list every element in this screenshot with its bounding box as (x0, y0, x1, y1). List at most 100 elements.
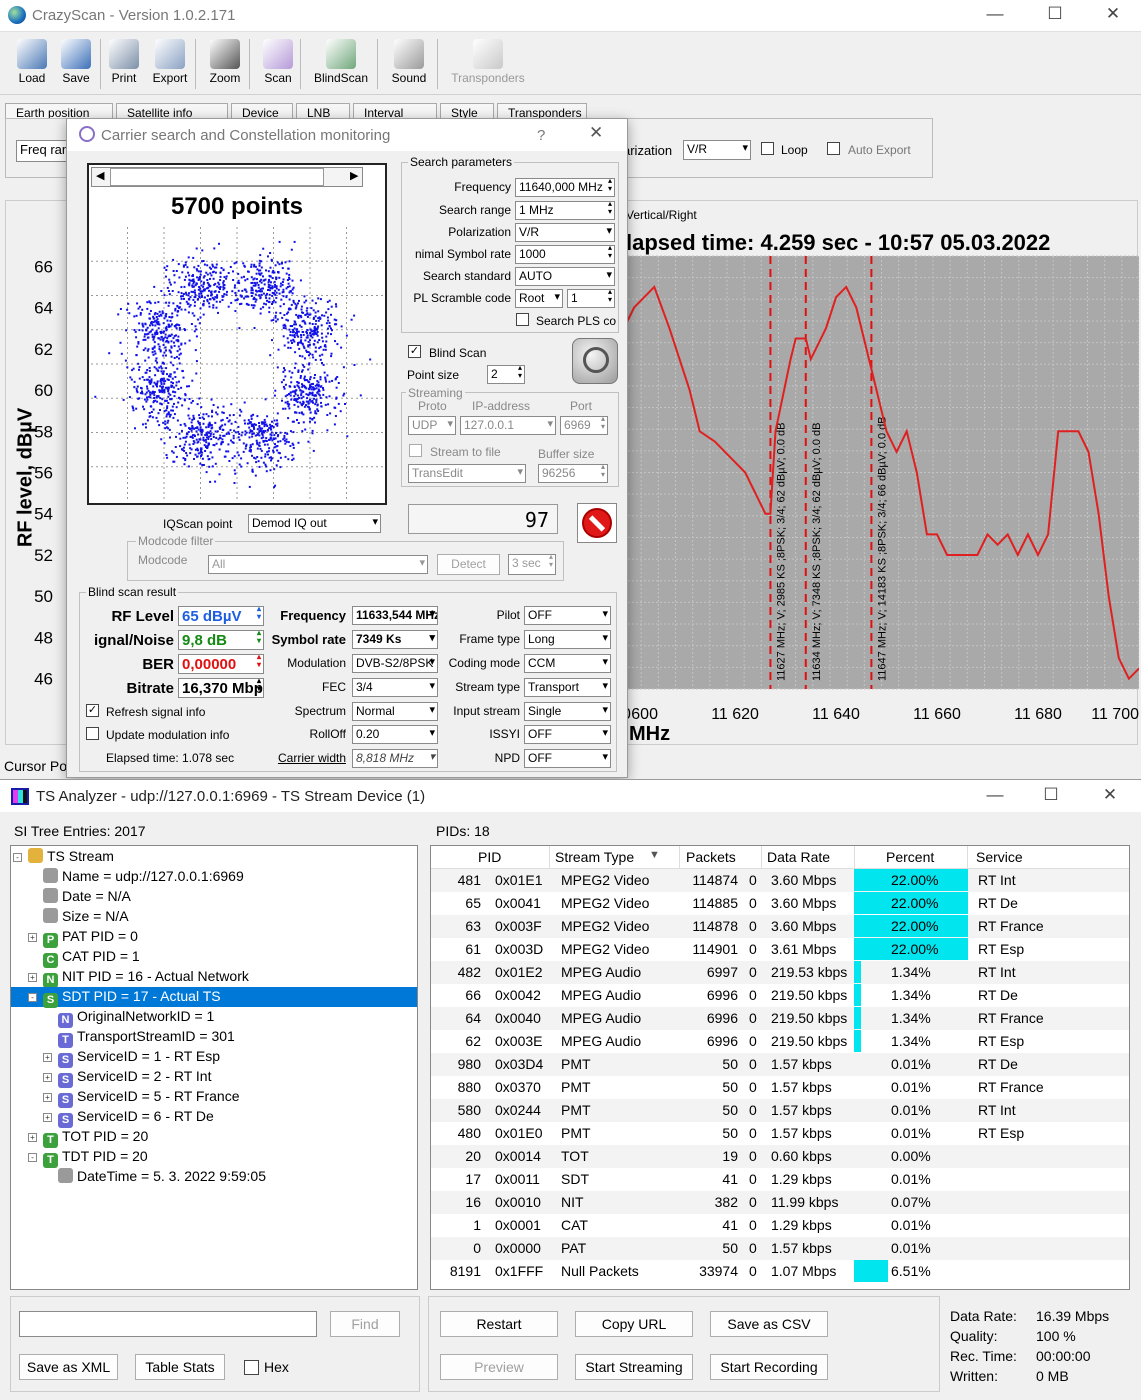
pid-row[interactable]: 480 0x01E0 PMT 50 0 1.57 kbps 0.01% RT Esp (431, 1122, 1129, 1145)
column-header-service[interactable]: Service (976, 849, 1023, 865)
save-as-xml-button[interactable]: Save as XML (19, 1354, 118, 1380)
polarization-select[interactable]: V/R (683, 140, 751, 160)
pid-row[interactable]: 8191 0x1FFF Null Packets 33974 0 1.07 Mbps 6.5… (431, 1260, 1129, 1283)
export-button[interactable]: Export (148, 36, 192, 92)
load-button[interactable]: Load (8, 36, 56, 92)
constellation-scrollbar[interactable]: ◀ ▶ (91, 167, 363, 187)
detect-timeout-input[interactable]: 3 sec (508, 554, 556, 575)
maximize-icon[interactable]: ☐ (1040, 4, 1070, 26)
restart-button[interactable]: Restart (440, 1311, 558, 1337)
mod-value[interactable]: DVB-S2/8PSK (352, 654, 438, 673)
point-size-input[interactable]: 2 (487, 365, 525, 384)
tree-node[interactable]: + P PAT PID = 0 (11, 927, 417, 948)
npd-select[interactable]: OFF (524, 749, 611, 768)
pid-row[interactable]: 980 0x03D4 PMT 50 0 1.57 kbps 0.01% RT De (431, 1053, 1129, 1076)
column-header-stream-type[interactable]: Stream Type (555, 849, 634, 865)
spectrum-value[interactable]: Normal (352, 702, 438, 721)
tree-node[interactable]: + S ServiceID = 5 - RT France (11, 1087, 417, 1108)
min-symbol-rate-input[interactable]: 1000 (515, 245, 615, 264)
save-as-csv-button[interactable]: Save as CSV (710, 1311, 828, 1337)
scan-button[interactable]: Scan (257, 36, 299, 92)
tree-node[interactable]: - S SDT PID = 17 - Actual TS (11, 987, 417, 1008)
copy-url-button[interactable]: Copy URL (575, 1311, 693, 1337)
cw-value[interactable]: 8,818 MHz (352, 749, 438, 768)
detect-button[interactable]: Detect (437, 554, 500, 575)
expand-icon[interactable]: + (43, 1053, 52, 1062)
tree-node[interactable]: - T TDT PID = 20 (11, 1147, 417, 1168)
stype-select[interactable]: Transport (524, 678, 611, 697)
find-button[interactable]: Find (330, 1311, 400, 1337)
ip-address-select[interactable]: 127.0.0.1 (460, 416, 556, 435)
pid-row[interactable]: 64 0x0040 MPEG Audio 6996 0 219.50 kbps 1.34% R… (431, 1007, 1129, 1030)
pilot-select[interactable]: OFF (524, 606, 611, 625)
pid-row[interactable]: 17 0x0011 SDT 41 0 1.29 kbps 0.01% (431, 1168, 1129, 1191)
help-button[interactable]: ? (537, 127, 545, 144)
pid-row[interactable]: 61 0x003D MPEG2 Video 114901 0 3.61 Mbps 22.00… (431, 938, 1129, 961)
pid-row[interactable]: 16 0x0010 NIT 382 0 11.99 kbps 0.07% (431, 1191, 1129, 1214)
blind-scan-checkbox[interactable]: ✓ (408, 345, 421, 358)
ts-maximize-icon[interactable]: ☐ (1036, 785, 1066, 807)
issyi-select[interactable]: OFF (524, 725, 611, 744)
start-recording-button[interactable]: Start Recording (710, 1354, 828, 1380)
close-icon[interactable]: ✕ (1098, 4, 1128, 26)
dialog-close-icon[interactable]: ✕ (589, 123, 603, 143)
expand-icon[interactable]: + (43, 1093, 52, 1102)
column-header-percent[interactable]: Percent (886, 849, 934, 865)
stream-to-file-checkbox[interactable] (409, 444, 422, 457)
collapse-icon[interactable]: - (28, 993, 37, 1002)
editor-select[interactable]: TransEdit (408, 464, 526, 483)
column-header-packets[interactable]: Packets (686, 849, 736, 865)
tree-node[interactable]: + T TOT PID = 20 (11, 1127, 417, 1148)
pid-row[interactable]: 66 0x0042 MPEG Audio 6996 0 219.50 kbps 1.34% R… (431, 984, 1129, 1007)
frame-select[interactable]: Long (524, 630, 611, 649)
buffer-size-input[interactable]: 96256 (538, 464, 608, 483)
print-button[interactable]: Print (104, 36, 144, 92)
tree-node[interactable]: Name = udp://127.0.0.1:6969 (11, 867, 417, 887)
coding-select[interactable]: CCM (524, 654, 611, 673)
expand-icon[interactable]: + (43, 1073, 52, 1082)
pid-row[interactable]: 1 0x0001 CAT 41 0 1.29 kbps 0.01% (431, 1214, 1129, 1237)
search-pls-checkbox[interactable] (516, 313, 529, 326)
fec-value[interactable]: 3/4 (352, 678, 438, 697)
hex-checkbox[interactable] (244, 1360, 259, 1375)
pid-row[interactable]: 62 0x003E MPEG Audio 6996 0 219.50 kbps 1.34% R… (431, 1030, 1129, 1053)
stop-button[interactable] (577, 503, 617, 543)
pid-row[interactable]: 580 0x0244 PMT 50 0 1.57 kbps 0.01% RT Int (431, 1099, 1129, 1122)
minimize-icon[interactable]: — (980, 4, 1010, 26)
pid-row[interactable]: 65 0x0041 MPEG2 Video 114885 0 3.60 Mbps 22.00… (431, 892, 1129, 915)
pid-row[interactable]: 880 0x0370 PMT 50 0 1.57 kbps 0.01% RT France (431, 1076, 1129, 1099)
pid-row[interactable]: 20 0x0014 TOT 19 0 0.60 kbps 0.00% (431, 1145, 1129, 1168)
tree-node[interactable]: Size = N/A (11, 907, 417, 927)
pid-row[interactable]: 0 0x0000 PAT 50 0 1.57 kbps 0.01% (431, 1237, 1129, 1260)
tree-node[interactable]: + S ServiceID = 1 - RT Esp (11, 1047, 417, 1068)
input-select[interactable]: Single (524, 702, 611, 721)
pid-table[interactable]: PID Stream Type Packets Data Rate Percent Ser… (430, 845, 1130, 1290)
sr-value[interactable]: 7349 Ks (352, 630, 438, 649)
tree-node[interactable]: DateTime = 5. 3. 2022 9:59:05 (11, 1167, 417, 1187)
pid-row[interactable]: 63 0x003F MPEG2 Video 114878 0 3.60 Mbps 22.00… (431, 915, 1129, 938)
save-button[interactable]: Save (57, 36, 95, 92)
tree-node[interactable]: T TransportStreamID = 301 (11, 1027, 417, 1048)
collapse-icon[interactable]: - (28, 1153, 37, 1162)
sound-button[interactable]: Sound (385, 36, 433, 92)
search-range-input[interactable]: 1 MHz (515, 201, 615, 220)
modcode-select[interactable]: All (208, 555, 428, 574)
iqscan-select[interactable]: Demod IQ out (248, 514, 381, 533)
frequency-input[interactable]: 11640,000 MHz (515, 178, 615, 197)
tree-node[interactable]: + S ServiceID = 2 - RT Int (11, 1067, 417, 1088)
tree-node[interactable]: + N NIT PID = 16 - Actual Network (11, 967, 417, 988)
expand-icon[interactable]: + (28, 933, 37, 942)
blindscan-start-button[interactable] (572, 338, 618, 384)
ts-minimize-icon[interactable]: — (980, 785, 1010, 807)
blindscan-button[interactable]: BlindScan (308, 36, 374, 92)
pid-row[interactable]: 482 0x01E2 MPEG Audio 6997 0 219.53 kbps 1.34%… (431, 961, 1129, 984)
tree-node[interactable]: C CAT PID = 1 (11, 947, 417, 968)
tree-node[interactable]: N OriginalNetworkID = 1 (11, 1007, 417, 1028)
pl-scramble-code-input[interactable]: 1 (567, 289, 615, 308)
expand-icon[interactable]: + (28, 973, 37, 982)
find-input[interactable] (19, 1311, 317, 1337)
transponders-button[interactable]: Transponders (444, 36, 532, 92)
tree-node[interactable]: Date = N/A (11, 887, 417, 907)
table-stats-button[interactable]: Table Stats (135, 1354, 225, 1380)
preview-button[interactable]: Preview (440, 1354, 558, 1380)
